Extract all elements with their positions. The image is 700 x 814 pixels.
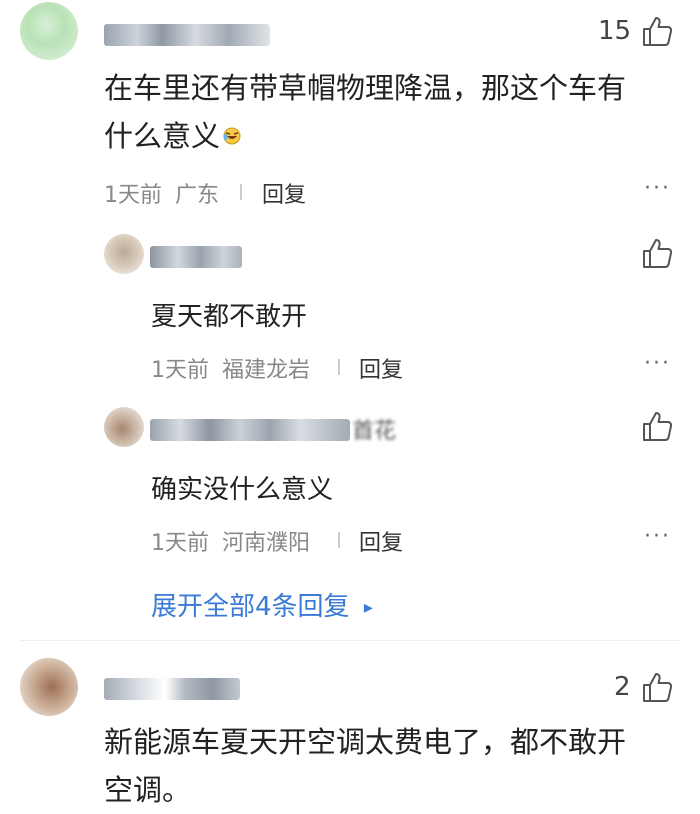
avatar[interactable]	[20, 2, 78, 60]
thumb-up-icon[interactable]	[640, 670, 674, 704]
like-count: 2	[614, 672, 631, 702]
username[interactable]	[104, 678, 240, 700]
username-tail[interactable]: 首花	[352, 413, 396, 445]
avatar[interactable]	[104, 407, 144, 447]
comment-time: 1天前	[104, 183, 162, 208]
reply-item: 夏天都不敢开 1天前 福建龙岩 回复 ···	[0, 230, 700, 390]
thumb-up-icon[interactable]	[640, 14, 674, 48]
thumb-up-icon[interactable]	[640, 236, 674, 270]
comment-item: 15 在车里还有带草帽物理降温，那这个车有 什么意义 1天前 广东 回复 ···	[0, 0, 700, 630]
expand-replies-label: 展开全部4条回复	[151, 592, 350, 622]
laughing-crying-emoji-icon	[222, 112, 242, 160]
comment-text-line: 什么意义	[104, 112, 684, 160]
comment-text: 在车里还有带草帽物理降温，那这个车有 什么意义	[104, 64, 684, 160]
comment-text-tail: 什么意义	[104, 119, 221, 153]
reply-location: 福建龙岩	[222, 358, 311, 383]
comment-divider	[20, 640, 680, 641]
reply-item: 首花 确实没什么意义 1天前 河南濮阳 回复 ···	[0, 403, 700, 563]
more-icon[interactable]: ···	[644, 524, 671, 549]
username[interactable]	[150, 246, 242, 268]
triangle-right-icon: ▸	[363, 597, 373, 618]
more-icon[interactable]: ···	[644, 176, 671, 201]
like-count: 15	[598, 16, 632, 46]
reply-button[interactable]: 回复	[262, 177, 306, 209]
comment-text-line: 在车里还有带草帽物理降温，那这个车有	[104, 71, 627, 105]
meta-separator	[338, 532, 340, 548]
username[interactable]	[150, 419, 350, 441]
meta-separator	[338, 359, 340, 375]
avatar[interactable]	[104, 234, 144, 274]
reply-button[interactable]: 回复	[359, 352, 403, 384]
reply-time: 1天前	[151, 531, 209, 556]
reply-text: 确实没什么意义	[151, 475, 334, 505]
comment-location: 广东	[175, 183, 220, 208]
reply-time: 1天前	[151, 358, 209, 383]
expand-replies-link[interactable]: 展开全部4条回复 ▸	[151, 586, 373, 623]
reply-button[interactable]: 回复	[359, 525, 403, 557]
comment-text-line: 新能源车夏天开空调太费电了，都不敢开	[104, 725, 627, 759]
reply-location: 河南濮阳	[222, 531, 311, 556]
avatar[interactable]	[20, 658, 78, 716]
more-icon[interactable]: ···	[644, 351, 671, 376]
meta-separator	[240, 184, 242, 200]
thumb-up-icon[interactable]	[640, 409, 674, 443]
comment-text: 新能源车夏天开空调太费电了，都不敢开 空调。	[104, 718, 684, 814]
username[interactable]	[104, 24, 270, 46]
reply-text: 夏天都不敢开	[151, 302, 308, 332]
comment-item: 2 新能源车夏天开空调太费电了，都不敢开 空调。	[0, 656, 700, 807]
